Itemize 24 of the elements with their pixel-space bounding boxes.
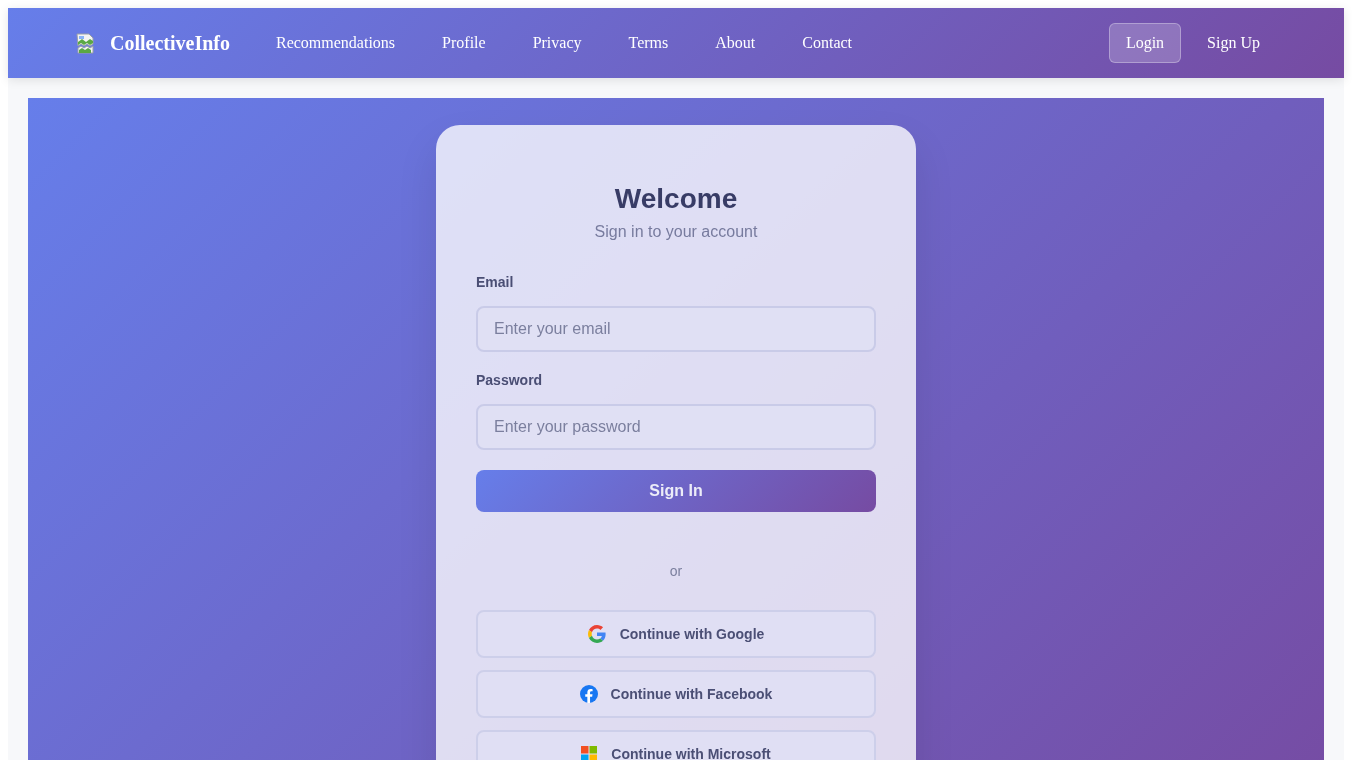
sign-up-link[interactable]: Sign Up xyxy=(1191,23,1276,63)
four-squares-logo-icon xyxy=(581,746,598,760)
google-g-icon xyxy=(587,625,606,643)
password-field[interactable]: Enter your password xyxy=(476,404,876,450)
facebook-sign-in-button[interactable]: Continue with Facebook xyxy=(476,670,876,718)
facebook-f-icon xyxy=(579,685,598,703)
google-sign-in-button[interactable]: Continue with Google xyxy=(476,610,876,658)
divider-text: or xyxy=(669,562,683,580)
broken-image-icon xyxy=(76,32,96,54)
nav-link[interactable]: Profile xyxy=(426,23,502,63)
brand-name[interactable]: CollectiveInfo xyxy=(110,29,230,57)
microsoft-sign-in-button[interactable]: Continue with Microsoft xyxy=(476,730,876,760)
nav-link[interactable]: About xyxy=(699,23,772,63)
welcome-heading: Welcome xyxy=(613,182,739,216)
sign-in-button[interactable]: Sign In xyxy=(476,470,876,512)
nav-link[interactable]: Contact xyxy=(786,23,869,63)
email-field[interactable]: Enter your email xyxy=(476,306,876,352)
subtitle: Sign in to your account xyxy=(593,222,759,242)
field-label: Password xyxy=(476,371,544,389)
field-label: Email xyxy=(476,273,515,291)
nav-link[interactable]: Recommendations xyxy=(260,23,412,63)
login-button[interactable]: Login xyxy=(1108,23,1182,63)
nav-link[interactable]: Privacy xyxy=(516,23,598,63)
nav-link[interactable]: Terms xyxy=(612,23,685,63)
